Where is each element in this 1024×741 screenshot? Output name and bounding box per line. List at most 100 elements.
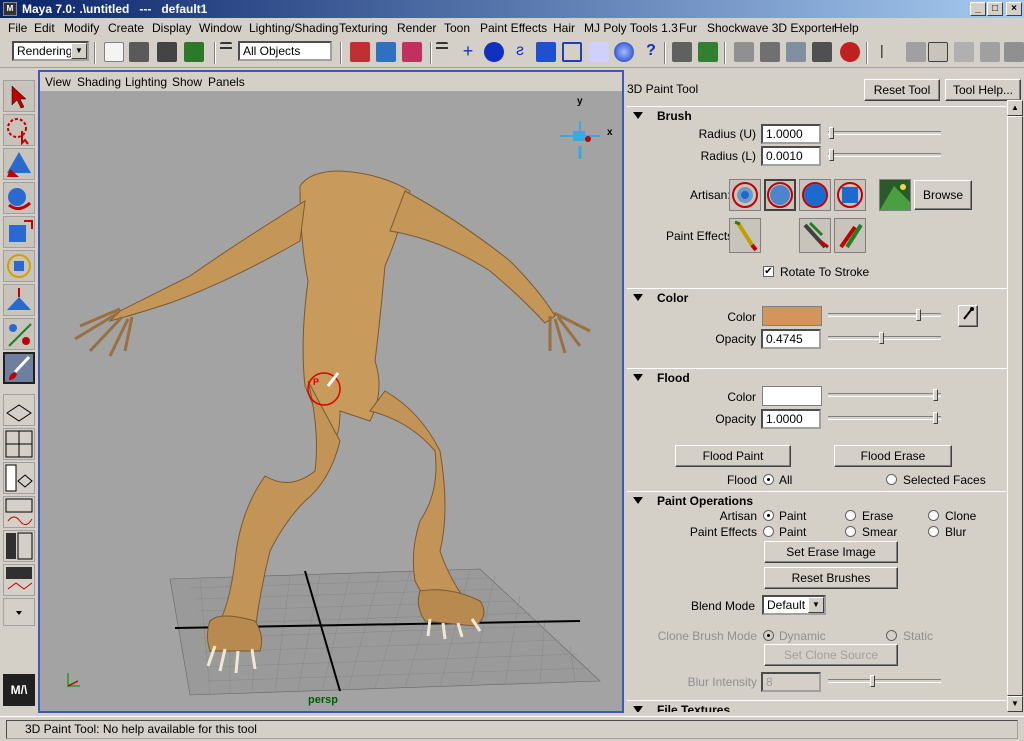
slider-thumb[interactable] bbox=[829, 127, 834, 139]
flood-opacity-slider[interactable] bbox=[828, 412, 941, 424]
menu-edit[interactable]: Edit bbox=[34, 21, 55, 35]
pe-paint-radio[interactable] bbox=[763, 526, 774, 537]
viewport-menu-panels[interactable]: Panels bbox=[208, 75, 245, 89]
input-line-icon[interactable]: | bbox=[880, 42, 894, 62]
menu-create[interactable]: Create bbox=[108, 21, 144, 35]
scene-canvas[interactable]: P y x persp bbox=[40, 91, 622, 711]
scrollbar-thumb[interactable] bbox=[1007, 116, 1023, 696]
brush-section-header[interactable]: Brush bbox=[627, 106, 1007, 124]
slider-thumb[interactable] bbox=[933, 412, 938, 424]
layout-four-icon[interactable] bbox=[3, 428, 35, 460]
menu-file[interactable]: File bbox=[8, 21, 27, 35]
help-icon[interactable]: ? bbox=[641, 42, 661, 62]
maya-app-icon[interactable]: M bbox=[3, 2, 17, 16]
snap-view-plane-icon[interactable] bbox=[536, 42, 556, 62]
tool-settings-icon[interactable] bbox=[928, 42, 948, 62]
select-tool-icon[interactable] bbox=[3, 80, 35, 112]
radius-l-field[interactable]: 0.0010 bbox=[761, 146, 821, 166]
select-hierarchy-icon[interactable] bbox=[350, 42, 370, 62]
universal-manip-icon[interactable] bbox=[3, 250, 35, 282]
menu-window[interactable]: Window bbox=[199, 21, 242, 35]
flood-opacity-field[interactable]: 1.0000 bbox=[761, 409, 821, 429]
pe-smear-radio[interactable] bbox=[845, 526, 856, 537]
magnet-icon[interactable] bbox=[840, 42, 860, 62]
set-clone-source-button[interactable]: Set Clone Source bbox=[764, 644, 898, 666]
menu-render[interactable]: Render bbox=[397, 21, 436, 35]
browse-button[interactable]: Browse bbox=[914, 180, 972, 210]
move-tool-icon[interactable] bbox=[3, 148, 35, 180]
radius-l-slider[interactable] bbox=[828, 149, 941, 161]
eyedropper-icon[interactable] bbox=[958, 305, 978, 327]
layout-outliner-icon[interactable] bbox=[3, 462, 35, 494]
viewport-menu-view[interactable]: View bbox=[45, 75, 71, 89]
close-button[interactable]: × bbox=[1006, 2, 1022, 16]
snap-point-icon[interactable]: ƨ bbox=[510, 42, 530, 62]
brush-solid-icon[interactable] bbox=[799, 179, 831, 211]
flood-color-swatch[interactable] bbox=[762, 386, 822, 406]
artisan-clone-radio[interactable] bbox=[928, 510, 939, 521]
menu-lighting-shading[interactable]: Lighting/Shading bbox=[249, 21, 338, 35]
viewport-menu-lighting[interactable]: Lighting bbox=[125, 75, 167, 89]
menu-fur[interactable]: Fur bbox=[679, 21, 697, 35]
perspective-viewport[interactable]: P y x persp bbox=[40, 91, 622, 711]
slider-thumb[interactable] bbox=[916, 309, 921, 321]
history-icon[interactable] bbox=[589, 42, 609, 62]
menu-toon[interactable]: Toon bbox=[444, 21, 470, 35]
make-live-icon[interactable] bbox=[562, 42, 582, 62]
paint-tool-icon[interactable] bbox=[3, 352, 35, 384]
flood-all-radio[interactable] bbox=[763, 474, 774, 485]
slider-thumb[interactable] bbox=[870, 675, 875, 687]
snap-curve-icon[interactable] bbox=[484, 42, 504, 62]
menu-hair[interactable]: Hair bbox=[553, 21, 575, 35]
layout-hypershade-icon[interactable] bbox=[3, 530, 35, 562]
collapse-icon[interactable] bbox=[220, 42, 232, 62]
set-erase-image-button[interactable]: Set Erase Image bbox=[764, 541, 898, 563]
menu-help[interactable]: Help bbox=[834, 21, 859, 35]
layout-graph-icon[interactable] bbox=[3, 496, 35, 528]
color-opacity-slider[interactable] bbox=[828, 332, 941, 344]
layer-editor-icon[interactable] bbox=[1004, 42, 1024, 62]
brush-gaussian-icon[interactable] bbox=[764, 179, 796, 211]
render-region-icon[interactable] bbox=[698, 42, 718, 62]
viewport-menu-shading[interactable]: Shading bbox=[77, 75, 121, 89]
slider-thumb[interactable] bbox=[879, 332, 884, 344]
layout-single-icon[interactable] bbox=[3, 394, 35, 426]
lock-icon[interactable] bbox=[672, 42, 692, 62]
brush-square-icon[interactable] bbox=[834, 179, 866, 211]
snap-grid-icon[interactable]: + bbox=[458, 42, 478, 62]
hypershade-icon[interactable] bbox=[812, 42, 832, 62]
render-icon[interactable] bbox=[614, 42, 634, 62]
script-editor-icon[interactable] bbox=[906, 42, 926, 62]
rotate-to-stroke-checkbox[interactable]: ✔ bbox=[763, 266, 774, 277]
lasso-tool-icon[interactable] bbox=[3, 114, 35, 146]
radius-u-slider[interactable] bbox=[828, 127, 941, 139]
color-section-header[interactable]: Color bbox=[627, 288, 1007, 306]
flood-paint-button[interactable]: Flood Paint bbox=[675, 445, 791, 467]
menu-shockwave-exporter[interactable]: Shockwave 3D Exporter bbox=[707, 21, 836, 35]
reset-brushes-button[interactable]: Reset Brushes bbox=[764, 567, 898, 589]
collapse-icon[interactable] bbox=[436, 42, 448, 62]
view-compass-icon[interactable]: y x bbox=[560, 96, 613, 159]
viewport-menu-show[interactable]: Show bbox=[172, 75, 202, 89]
tool-help-button[interactable]: Tool Help... bbox=[945, 79, 1021, 101]
new-scene-icon[interactable] bbox=[104, 42, 124, 62]
layout-persp-graph-icon[interactable] bbox=[3, 564, 35, 596]
scale-tool-icon[interactable] bbox=[3, 216, 35, 248]
flood-selected-faces-radio[interactable] bbox=[886, 474, 897, 485]
brush-soft-icon[interactable] bbox=[729, 179, 761, 211]
color-value-slider[interactable] bbox=[828, 309, 941, 321]
radius-u-field[interactable]: 1.0000 bbox=[761, 124, 821, 144]
paint-effects-template-icon[interactable] bbox=[799, 218, 831, 253]
blur-intensity-field[interactable]: 8 bbox=[761, 672, 821, 692]
scroll-up-icon[interactable]: ▲ bbox=[1007, 100, 1023, 116]
selection-mask-field[interactable]: All Objects bbox=[238, 41, 332, 61]
menu-display[interactable]: Display bbox=[152, 21, 191, 35]
clone-static-radio[interactable] bbox=[886, 630, 897, 641]
show-manip-icon[interactable] bbox=[3, 318, 35, 350]
maximize-button[interactable]: □ bbox=[987, 2, 1003, 16]
flood-color-slider[interactable] bbox=[828, 389, 941, 401]
slider-thumb[interactable] bbox=[829, 149, 834, 161]
select-object-icon[interactable] bbox=[376, 42, 396, 62]
attribute-editor-icon[interactable] bbox=[954, 42, 974, 62]
channel-box-icon[interactable] bbox=[980, 42, 1000, 62]
